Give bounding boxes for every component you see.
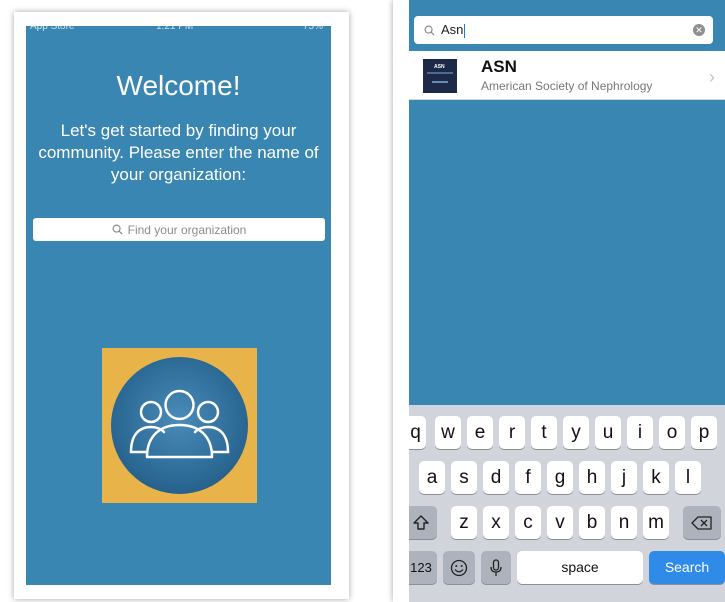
key-b[interactable]: b bbox=[579, 506, 605, 539]
key-o[interactable]: o bbox=[659, 416, 685, 449]
welcome-title: Welcome! bbox=[116, 70, 241, 101]
status-carrier: App Store bbox=[30, 26, 75, 32]
search-screen: Asn ✕ ASN ASN American Society of Nephro… bbox=[409, 0, 725, 602]
result-subtitle: American Society of Nephrology bbox=[481, 79, 653, 93]
key-v[interactable]: v bbox=[547, 506, 573, 539]
key-l[interactable]: l bbox=[675, 461, 701, 494]
thumbnail-line bbox=[432, 81, 448, 83]
numbers-key[interactable]: 123 bbox=[409, 551, 437, 584]
key-p[interactable]: p bbox=[691, 416, 717, 449]
find-organization-placeholder: Find your organization bbox=[127, 222, 247, 237]
key-r[interactable]: r bbox=[499, 416, 525, 449]
key-y[interactable]: y bbox=[563, 416, 589, 449]
welcome-instructions: Let's get started by finding your commun… bbox=[38, 121, 319, 184]
key-n[interactable]: n bbox=[611, 506, 637, 539]
key-e[interactable]: e bbox=[467, 416, 493, 449]
shift-key[interactable] bbox=[409, 506, 437, 539]
key-w[interactable]: w bbox=[435, 416, 461, 449]
search-query-text: Asn bbox=[441, 22, 464, 38]
key-j[interactable]: j bbox=[611, 461, 637, 494]
result-title: ASN bbox=[481, 57, 517, 76]
key-z[interactable]: z bbox=[451, 506, 477, 539]
welcome-screen-frame: App Store 1:21 PM 75% Welcome! Let's get… bbox=[14, 12, 349, 599]
clear-search-icon[interactable]: ✕ bbox=[693, 24, 705, 36]
key-k[interactable]: k bbox=[643, 461, 669, 494]
key-q[interactable]: q bbox=[409, 416, 426, 449]
community-group-icon bbox=[111, 357, 248, 494]
welcome-screen: App Store 1:21 PM 75% Welcome! Let's get… bbox=[26, 26, 331, 585]
thumbnail-text: ASN bbox=[434, 64, 445, 70]
text-caret bbox=[464, 23, 466, 38]
key-g[interactable]: g bbox=[547, 461, 573, 494]
key-f[interactable]: f bbox=[515, 461, 541, 494]
key-s[interactable]: s bbox=[451, 461, 477, 494]
backspace-icon bbox=[691, 516, 712, 530]
find-organization-input[interactable]: Find your organization bbox=[33, 218, 325, 241]
search-icon bbox=[112, 224, 123, 235]
community-logo bbox=[102, 348, 257, 503]
key-i[interactable]: i bbox=[627, 416, 653, 449]
organization-search-field[interactable]: Asn ✕ bbox=[414, 16, 713, 44]
thumbnail-line bbox=[427, 72, 453, 74]
key-m[interactable]: m bbox=[643, 506, 669, 539]
key-u[interactable]: u bbox=[595, 416, 621, 449]
key-c[interactable]: c bbox=[515, 506, 541, 539]
key-a[interactable]: a bbox=[419, 461, 445, 494]
key-h[interactable]: h bbox=[579, 461, 605, 494]
emoji-icon bbox=[450, 559, 468, 577]
keyboard: q w e r t y u i o p a s d f g h j k l z … bbox=[409, 405, 725, 602]
search-query: Asn bbox=[441, 22, 466, 38]
key-d[interactable]: d bbox=[483, 461, 509, 494]
dictation-key[interactable] bbox=[481, 551, 511, 584]
shift-icon bbox=[413, 515, 429, 530]
key-t[interactable]: t bbox=[531, 416, 557, 449]
search-icon bbox=[424, 25, 435, 36]
emoji-key[interactable] bbox=[443, 551, 475, 584]
search-screen-frame: Asn ✕ ASN ASN American Society of Nephro… bbox=[393, 0, 725, 602]
backspace-key[interactable] bbox=[683, 506, 721, 539]
organization-thumbnail: ASN bbox=[423, 59, 457, 93]
key-x[interactable]: x bbox=[483, 506, 509, 539]
search-bar: Asn ✕ bbox=[409, 0, 725, 50]
search-key[interactable]: Search bbox=[649, 551, 725, 584]
space-key[interactable]: space bbox=[517, 551, 643, 584]
status-time: 1:21 PM bbox=[156, 26, 194, 32]
search-result-row[interactable]: ASN ASN American Society of Nephrology › bbox=[409, 51, 725, 100]
chevron-right-icon: › bbox=[709, 67, 715, 87]
status-battery: 75% bbox=[302, 26, 323, 32]
status-bar: App Store 1:21 PM 75% bbox=[26, 26, 331, 40]
microphone-icon bbox=[490, 559, 502, 576]
